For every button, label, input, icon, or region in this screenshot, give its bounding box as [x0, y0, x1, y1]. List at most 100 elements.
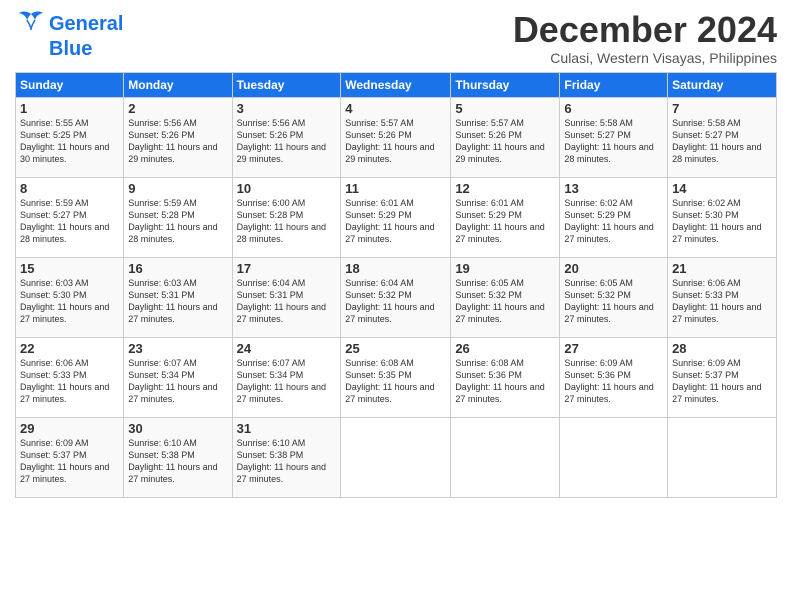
day-info: Sunrise: 6:08 AMSunset: 5:36 PMDaylight:… [455, 357, 555, 406]
day-info: Sunrise: 5:57 AMSunset: 5:26 PMDaylight:… [345, 117, 446, 166]
header-row: SundayMondayTuesdayWednesdayThursdayFrid… [16, 72, 777, 97]
day-number: 9 [128, 181, 227, 196]
day-info: Sunrise: 6:03 AMSunset: 5:31 PMDaylight:… [128, 277, 227, 326]
day-info: Sunrise: 5:55 AMSunset: 5:25 PMDaylight:… [20, 117, 119, 166]
day-number: 25 [345, 341, 446, 356]
day-cell: 25 Sunrise: 6:08 AMSunset: 5:35 PMDaylig… [341, 337, 451, 417]
day-info: Sunrise: 6:09 AMSunset: 5:36 PMDaylight:… [564, 357, 663, 406]
week-row-4: 22 Sunrise: 6:06 AMSunset: 5:33 PMDaylig… [16, 337, 777, 417]
day-cell: 3 Sunrise: 5:56 AMSunset: 5:26 PMDayligh… [232, 97, 341, 177]
day-number: 27 [564, 341, 663, 356]
day-info: Sunrise: 6:02 AMSunset: 5:29 PMDaylight:… [564, 197, 663, 246]
day-number: 13 [564, 181, 663, 196]
day-number: 30 [128, 421, 227, 436]
day-number: 29 [20, 421, 119, 436]
day-cell: 8 Sunrise: 5:59 AMSunset: 5:27 PMDayligh… [16, 177, 124, 257]
day-cell: 1 Sunrise: 5:55 AMSunset: 5:25 PMDayligh… [16, 97, 124, 177]
logo-general: General [49, 13, 123, 36]
day-number: 23 [128, 341, 227, 356]
day-cell: 24 Sunrise: 6:07 AMSunset: 5:34 PMDaylig… [232, 337, 341, 417]
day-info: Sunrise: 6:08 AMSunset: 5:35 PMDaylight:… [345, 357, 446, 406]
day-cell: 30 Sunrise: 6:10 AMSunset: 5:38 PMDaylig… [124, 417, 232, 497]
logo: General Blue [15, 10, 123, 61]
day-info: Sunrise: 5:56 AMSunset: 5:26 PMDaylight:… [237, 117, 337, 166]
day-number: 19 [455, 261, 555, 276]
day-cell: 15 Sunrise: 6:03 AMSunset: 5:30 PMDaylig… [16, 257, 124, 337]
day-info: Sunrise: 5:58 AMSunset: 5:27 PMDaylight:… [672, 117, 772, 166]
logo-bird-icon [15, 10, 47, 38]
day-cell [668, 417, 777, 497]
day-cell: 16 Sunrise: 6:03 AMSunset: 5:31 PMDaylig… [124, 257, 232, 337]
day-cell: 18 Sunrise: 6:04 AMSunset: 5:32 PMDaylig… [341, 257, 451, 337]
day-cell: 29 Sunrise: 6:09 AMSunset: 5:37 PMDaylig… [16, 417, 124, 497]
day-number: 12 [455, 181, 555, 196]
day-number: 21 [672, 261, 772, 276]
day-number: 10 [237, 181, 337, 196]
day-cell: 2 Sunrise: 5:56 AMSunset: 5:26 PMDayligh… [124, 97, 232, 177]
week-row-3: 15 Sunrise: 6:03 AMSunset: 5:30 PMDaylig… [16, 257, 777, 337]
location-subtitle: Culasi, Western Visayas, Philippines [513, 50, 777, 66]
day-cell: 27 Sunrise: 6:09 AMSunset: 5:36 PMDaylig… [560, 337, 668, 417]
day-cell: 6 Sunrise: 5:58 AMSunset: 5:27 PMDayligh… [560, 97, 668, 177]
col-header-thursday: Thursday [451, 72, 560, 97]
day-cell: 9 Sunrise: 5:59 AMSunset: 5:28 PMDayligh… [124, 177, 232, 257]
day-info: Sunrise: 6:03 AMSunset: 5:30 PMDaylight:… [20, 277, 119, 326]
day-cell: 28 Sunrise: 6:09 AMSunset: 5:37 PMDaylig… [668, 337, 777, 417]
day-number: 15 [20, 261, 119, 276]
day-cell: 17 Sunrise: 6:04 AMSunset: 5:31 PMDaylig… [232, 257, 341, 337]
day-info: Sunrise: 5:57 AMSunset: 5:26 PMDaylight:… [455, 117, 555, 166]
day-info: Sunrise: 6:01 AMSunset: 5:29 PMDaylight:… [345, 197, 446, 246]
day-info: Sunrise: 5:59 AMSunset: 5:28 PMDaylight:… [128, 197, 227, 246]
day-cell: 7 Sunrise: 5:58 AMSunset: 5:27 PMDayligh… [668, 97, 777, 177]
day-cell: 21 Sunrise: 6:06 AMSunset: 5:33 PMDaylig… [668, 257, 777, 337]
day-number: 16 [128, 261, 227, 276]
day-info: Sunrise: 6:00 AMSunset: 5:28 PMDaylight:… [237, 197, 337, 246]
day-info: Sunrise: 6:05 AMSunset: 5:32 PMDaylight:… [455, 277, 555, 326]
month-title: December 2024 [513, 10, 777, 50]
col-header-monday: Monday [124, 72, 232, 97]
day-info: Sunrise: 5:58 AMSunset: 5:27 PMDaylight:… [564, 117, 663, 166]
col-header-saturday: Saturday [668, 72, 777, 97]
day-number: 22 [20, 341, 119, 356]
col-header-wednesday: Wednesday [341, 72, 451, 97]
day-cell: 5 Sunrise: 5:57 AMSunset: 5:26 PMDayligh… [451, 97, 560, 177]
day-cell: 11 Sunrise: 6:01 AMSunset: 5:29 PMDaylig… [341, 177, 451, 257]
day-cell: 19 Sunrise: 6:05 AMSunset: 5:32 PMDaylig… [451, 257, 560, 337]
day-info: Sunrise: 6:06 AMSunset: 5:33 PMDaylight:… [672, 277, 772, 326]
day-number: 7 [672, 101, 772, 116]
day-info: Sunrise: 5:59 AMSunset: 5:27 PMDaylight:… [20, 197, 119, 246]
day-info: Sunrise: 6:07 AMSunset: 5:34 PMDaylight:… [128, 357, 227, 406]
day-info: Sunrise: 6:01 AMSunset: 5:29 PMDaylight:… [455, 197, 555, 246]
day-info: Sunrise: 5:56 AMSunset: 5:26 PMDaylight:… [128, 117, 227, 166]
day-cell: 22 Sunrise: 6:06 AMSunset: 5:33 PMDaylig… [16, 337, 124, 417]
day-cell: 26 Sunrise: 6:08 AMSunset: 5:36 PMDaylig… [451, 337, 560, 417]
header: General Blue December 2024 Culasi, Weste… [15, 10, 777, 66]
day-number: 28 [672, 341, 772, 356]
day-info: Sunrise: 6:06 AMSunset: 5:33 PMDaylight:… [20, 357, 119, 406]
day-number: 11 [345, 181, 446, 196]
day-cell [451, 417, 560, 497]
day-number: 5 [455, 101, 555, 116]
day-number: 6 [564, 101, 663, 116]
week-row-1: 1 Sunrise: 5:55 AMSunset: 5:25 PMDayligh… [16, 97, 777, 177]
day-info: Sunrise: 6:09 AMSunset: 5:37 PMDaylight:… [672, 357, 772, 406]
day-number: 17 [237, 261, 337, 276]
calendar-table: SundayMondayTuesdayWednesdayThursdayFrid… [15, 72, 777, 498]
day-cell [560, 417, 668, 497]
col-header-friday: Friday [560, 72, 668, 97]
day-info: Sunrise: 6:10 AMSunset: 5:38 PMDaylight:… [128, 437, 227, 486]
day-cell: 4 Sunrise: 5:57 AMSunset: 5:26 PMDayligh… [341, 97, 451, 177]
day-cell: 20 Sunrise: 6:05 AMSunset: 5:32 PMDaylig… [560, 257, 668, 337]
day-number: 18 [345, 261, 446, 276]
day-info: Sunrise: 6:09 AMSunset: 5:37 PMDaylight:… [20, 437, 119, 486]
day-number: 1 [20, 101, 119, 116]
day-cell: 31 Sunrise: 6:10 AMSunset: 5:38 PMDaylig… [232, 417, 341, 497]
day-info: Sunrise: 6:04 AMSunset: 5:32 PMDaylight:… [345, 277, 446, 326]
day-info: Sunrise: 6:10 AMSunset: 5:38 PMDaylight:… [237, 437, 337, 486]
day-info: Sunrise: 6:07 AMSunset: 5:34 PMDaylight:… [237, 357, 337, 406]
logo-blue: Blue [49, 38, 92, 61]
week-row-2: 8 Sunrise: 5:59 AMSunset: 5:27 PMDayligh… [16, 177, 777, 257]
day-number: 8 [20, 181, 119, 196]
day-cell [341, 417, 451, 497]
day-number: 2 [128, 101, 227, 116]
